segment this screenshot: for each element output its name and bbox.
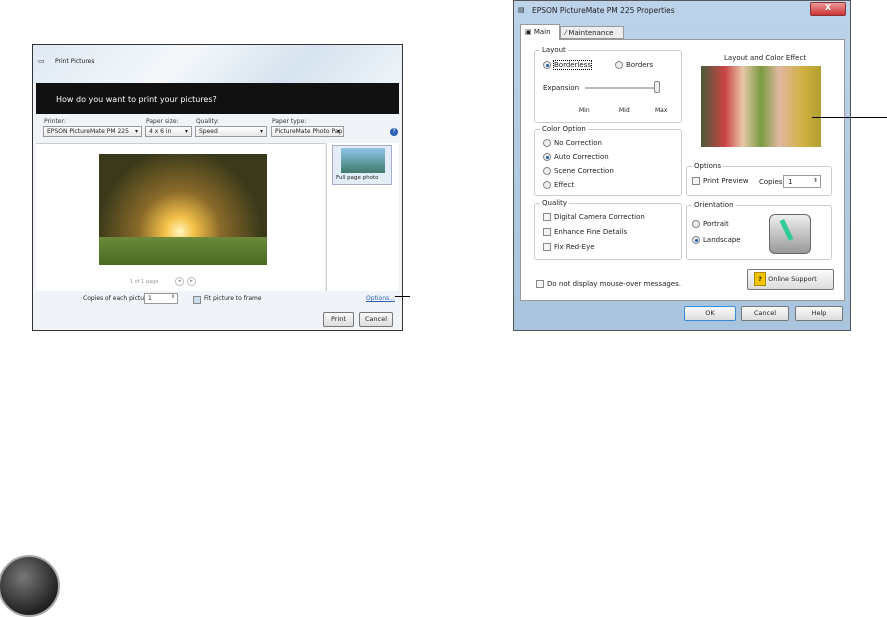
- borders-radio[interactable]: Borders: [615, 61, 653, 69]
- printer-icon: ▤: [518, 6, 525, 14]
- header-banner: How do you want to print your pictures?: [36, 83, 399, 114]
- max-label: Max: [655, 107, 668, 114]
- fit-to-frame-checkbox[interactable]: [193, 296, 201, 304]
- layout-group: Layout Borderless Borders Expansion Min …: [534, 46, 682, 123]
- expansion-label: Expansion: [543, 84, 580, 92]
- paper-type-label: Paper type:: [272, 118, 307, 125]
- step-badge: [0, 555, 60, 617]
- min-label: Min: [579, 107, 590, 114]
- borderless-radio[interactable]: Borderless: [543, 60, 593, 70]
- group-title: Layout: [540, 46, 568, 54]
- scene-correction-radio[interactable]: Scene Correction: [543, 167, 614, 175]
- landscape-radio[interactable]: Landscape: [692, 236, 741, 244]
- group-title: Options: [692, 162, 724, 170]
- layout-pane: Full page photo: [326, 143, 399, 291]
- preview-title: Layout and Color Effect: [724, 54, 807, 62]
- close-button[interactable]: X: [810, 2, 846, 16]
- full-page-photo-option[interactable]: Full page photo: [332, 145, 392, 185]
- ok-button[interactable]: OK: [684, 306, 736, 321]
- help-icon: ?: [754, 272, 766, 286]
- printer-select[interactable]: EPSON PictureMate PM 225: [43, 126, 142, 137]
- print-pictures-window: ▭ Print Pictures How do you want to prin…: [32, 44, 403, 331]
- enhance-fine-details-checkbox[interactable]: Enhance Fine Details: [543, 228, 627, 236]
- help-button[interactable]: Help: [795, 306, 843, 321]
- window-title: Print Pictures: [55, 58, 95, 65]
- quality-label: Quality:: [196, 118, 220, 125]
- photo-preview: [99, 154, 267, 265]
- online-support-button[interactable]: ? Online Support: [747, 269, 834, 290]
- paper-size-label: Paper size:: [146, 118, 179, 125]
- printer-orientation-icon: [769, 214, 811, 254]
- cancel-button[interactable]: Cancel: [359, 312, 393, 327]
- printer-icon: ▭: [38, 57, 45, 65]
- auto-correction-radio[interactable]: Auto Correction: [543, 153, 609, 161]
- copies-spinner[interactable]: ⬍: [813, 177, 818, 184]
- printer-label: Printer:: [44, 118, 66, 125]
- no-correction-radio[interactable]: No Correction: [543, 139, 602, 147]
- expansion-slider[interactable]: [585, 87, 660, 89]
- mouseover-checkbox[interactable]: Do not display mouse-over messages.: [536, 280, 681, 288]
- mid-label: Mid: [619, 107, 630, 114]
- callout-line: [812, 117, 887, 118]
- tab-main[interactable]: ▣ Main: [520, 24, 560, 40]
- portrait-radio[interactable]: Portrait: [692, 220, 729, 228]
- copies-spinner[interactable]: ⬍: [171, 294, 175, 300]
- paper-type-select[interactable]: PictureMate Photo Pap: [271, 126, 344, 137]
- color-option-group: Color Option No Correction Auto Correcti…: [534, 125, 682, 196]
- group-title: Quality: [540, 199, 570, 207]
- fix-red-eye-checkbox[interactable]: Fix Red-Eye: [543, 243, 595, 251]
- options-group: Options Print Preview Copies 1 ⬍: [686, 162, 832, 196]
- cancel-button[interactable]: Cancel: [741, 306, 789, 321]
- expansion-slider-thumb[interactable]: [654, 81, 660, 93]
- print-button[interactable]: Print: [323, 312, 354, 327]
- preview-area: 1 of 1 page ◂ ▸: [36, 143, 325, 291]
- fit-label: Fit picture to frame: [204, 295, 262, 302]
- title-bar: ▭ Print Pictures: [33, 45, 402, 83]
- group-title: Color Option: [540, 125, 588, 133]
- main-panel: Layout Borderless Borders Expansion Min …: [520, 39, 845, 301]
- print-preview-checkbox[interactable]: Print Preview: [692, 177, 749, 185]
- tab-maintenance[interactable]: ⁄ Maintenance: [560, 26, 624, 39]
- properties-window: ▤ EPSON PictureMate PM 225 Properties X …: [513, 0, 851, 331]
- copies-label: Copies of each picture:: [83, 295, 153, 302]
- group-title: Orientation: [692, 201, 736, 209]
- copies-label: Copies: [759, 178, 783, 186]
- digital-camera-correction-checkbox[interactable]: Digital Camera Correction: [543, 213, 645, 221]
- page-indicator: 1 of 1 page: [130, 279, 159, 285]
- effect-radio[interactable]: Effect: [543, 181, 574, 189]
- paper-size-select[interactable]: 4 x 6 in: [145, 126, 192, 137]
- orientation-group: Orientation Portrait Landscape: [686, 201, 832, 260]
- prev-page-button[interactable]: ◂: [175, 277, 184, 286]
- options-link[interactable]: Options...: [366, 295, 395, 302]
- next-page-button[interactable]: ▸: [187, 277, 196, 286]
- window-title: EPSON PictureMate PM 225 Properties: [532, 6, 675, 15]
- layout-color-preview-image: [701, 66, 821, 147]
- quality-select[interactable]: Speed: [195, 126, 267, 137]
- quality-group: Quality Digital Camera Correction Enhanc…: [534, 199, 682, 260]
- help-icon[interactable]: ?: [390, 128, 398, 136]
- printer-icon: ▣: [525, 28, 534, 36]
- callout-line: [395, 296, 410, 297]
